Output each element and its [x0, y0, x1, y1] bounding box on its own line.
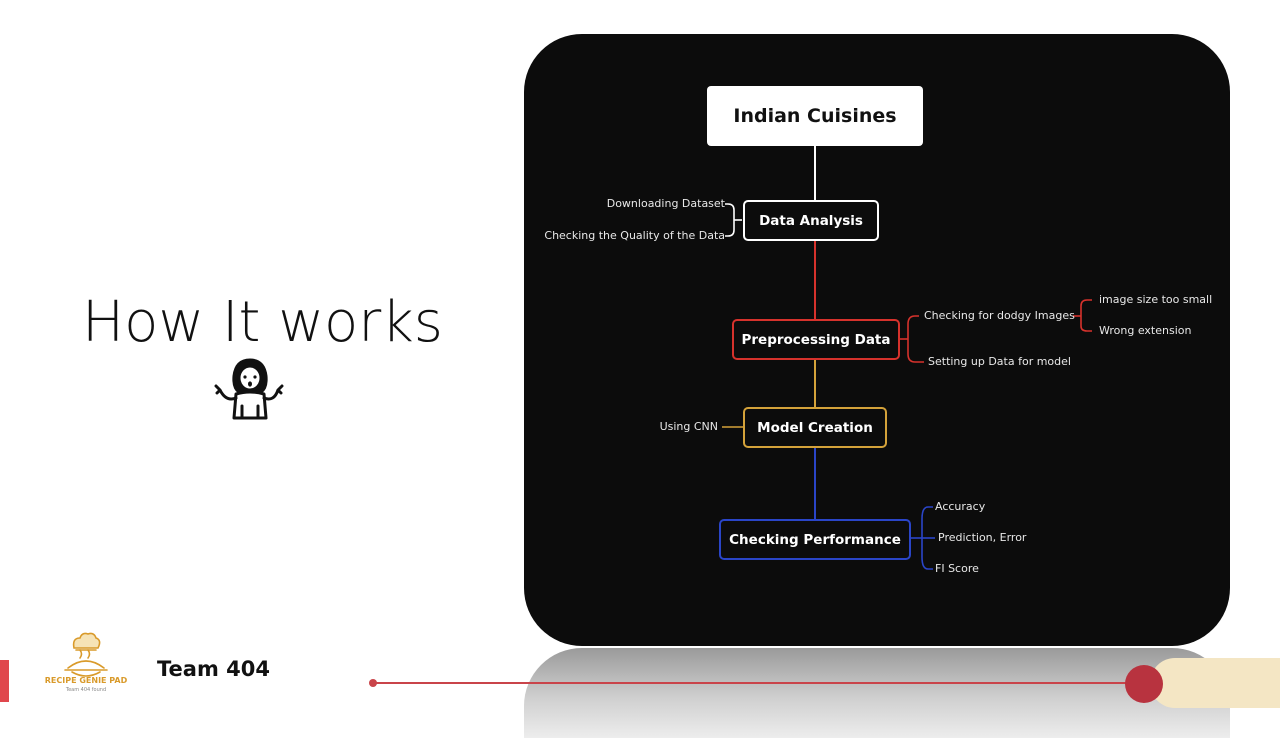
leaf-checking-quality: Checking the Quality of the Data: [544, 229, 725, 242]
analysis-bracket: [725, 203, 742, 237]
node-checking-performance: Checking Performance: [719, 519, 911, 560]
performance-bracket: [910, 506, 935, 570]
leaf-accuracy: Accuracy: [935, 500, 986, 513]
slide-title: How It works: [82, 290, 443, 355]
leaf-using-cnn: Using CNN: [659, 420, 718, 433]
shrug-person-icon: [214, 358, 284, 420]
leaf-downloading-dataset: Downloading Dataset: [606, 197, 725, 210]
footer-pill: [1150, 658, 1280, 708]
logo-name: RECIPE GENIE PAD: [44, 676, 128, 685]
footer-dot-small: [369, 679, 377, 687]
diagram-panel: Indian Cuisines Data Analysis Preprocess…: [524, 34, 1230, 646]
leaf-setting-up-data: Setting up Data for model: [928, 355, 1071, 368]
leaf-checking-dodgy-images: Checking for dodgy Images: [924, 309, 1075, 322]
leaf-prediction-error: Prediction, Error: [938, 531, 1027, 544]
root-node: Indian Cuisines: [707, 86, 923, 146]
leaf-image-size-small: image size too small: [1099, 293, 1213, 306]
footer-accent-bar: [0, 660, 9, 702]
leaf-f1-score: FI Score: [935, 562, 979, 575]
node-model-creation: Model Creation: [743, 407, 887, 448]
logo-tagline: Team 404 found: [65, 687, 107, 693]
panel-reflection: [524, 648, 1230, 738]
footer-dot-large: [1125, 665, 1163, 703]
team-label: Team 404: [157, 657, 270, 681]
footer-line: [373, 682, 1143, 684]
node-preprocessing-data: Preprocessing Data: [732, 319, 900, 360]
leaf-wrong-extension: Wrong extension: [1099, 324, 1192, 337]
node-data-analysis: Data Analysis: [743, 200, 879, 241]
